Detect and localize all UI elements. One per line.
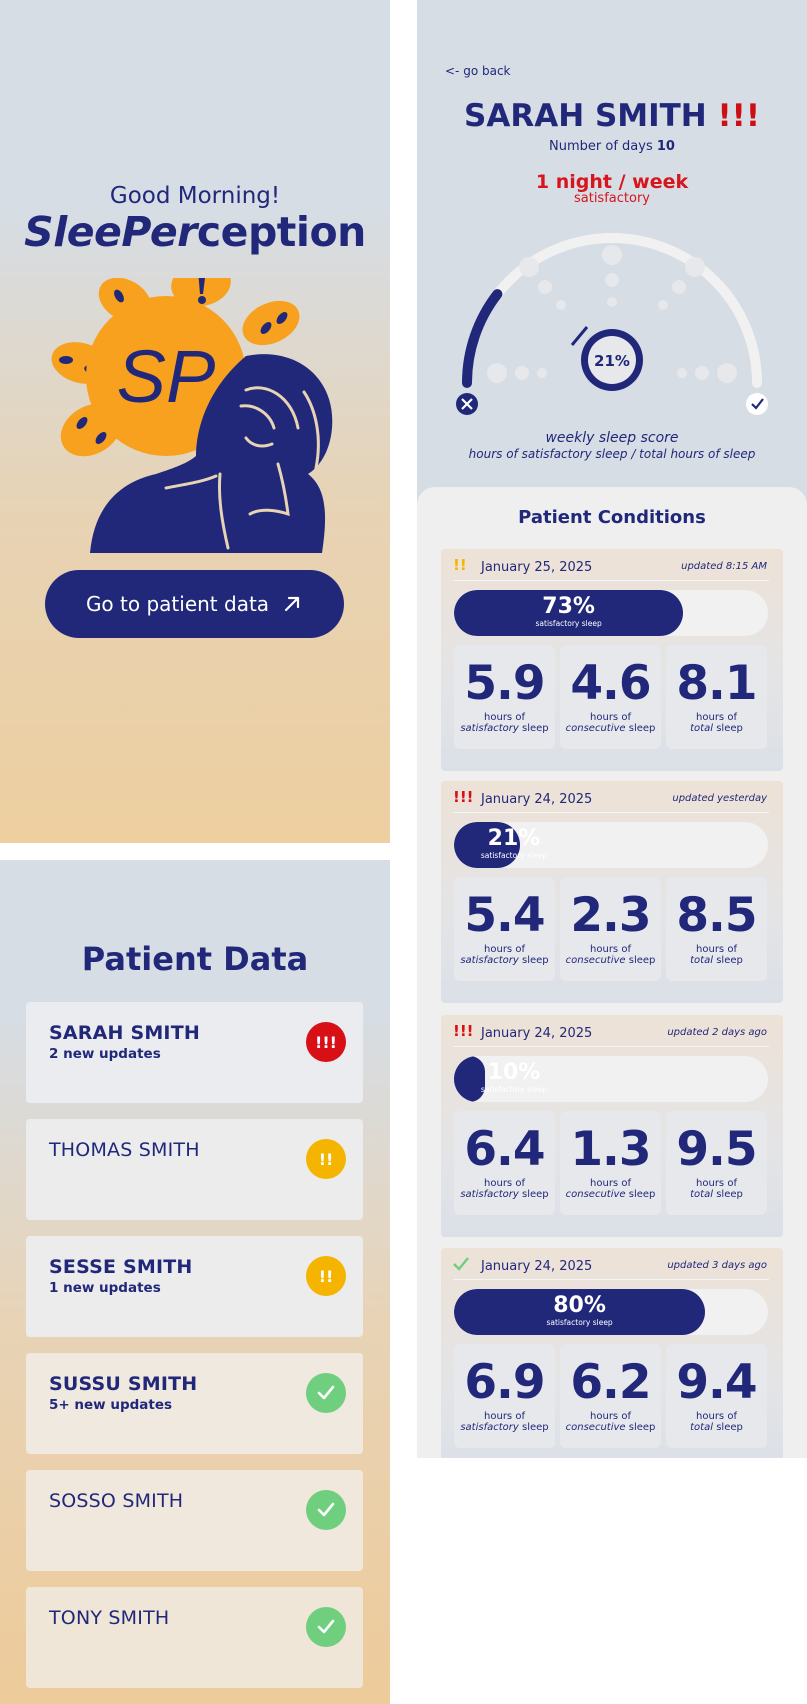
satisfactory-sleep-bar: 10% satisfactory sleep <box>454 1056 768 1102</box>
stat-value: 4.6 <box>570 656 651 711</box>
stat-caption: hours of satisfactory sleep <box>460 1411 549 1433</box>
patient-card[interactable]: SOSSO SMITH <box>26 1470 363 1571</box>
arrow-up-right-icon <box>284 596 300 612</box>
stat-caption: hours of consecutive sleep <box>565 1178 656 1200</box>
stat-value: 6.2 <box>570 1355 651 1410</box>
svg-text:SP: SP <box>117 335 216 418</box>
stat-caption: hours of consecutive sleep <box>565 712 656 734</box>
welcome-screen: Good Morning! SleePerception SP Go to pa… <box>0 0 390 843</box>
stat-consecutive: 4.6 hours of consecutive sleep <box>560 645 661 749</box>
stat-satisfactory: 6.9 hours of satisfactory sleep <box>454 1344 555 1448</box>
stat-value: 6.4 <box>464 1122 545 1177</box>
patient-card[interactable]: TONY SMITH <box>26 1587 363 1688</box>
stat-value: 1.3 <box>570 1122 651 1177</box>
stat-total: 9.4 hours of total sleep <box>666 1344 767 1448</box>
stat-total: 8.1 hours of total sleep <box>666 645 767 749</box>
stat-caption: hours of satisfactory sleep <box>460 712 549 734</box>
entry-date: January 24, 2025 <box>481 1259 593 1274</box>
check-icon <box>306 1607 346 1647</box>
stat-value: 8.5 <box>676 888 757 943</box>
alert-badge: !!! <box>306 1022 346 1062</box>
entry-updated: updated 8:15 AM <box>681 561 767 572</box>
bar-label: 73% satisfactory sleep <box>535 594 602 629</box>
check-icon <box>306 1373 346 1413</box>
stat-satisfactory: 5.4 hours of satisfactory sleep <box>454 877 555 981</box>
bar-label: 80% satisfactory sleep <box>546 1293 613 1328</box>
patient-card[interactable]: SUSSU SMITH 5+ new updates <box>26 1353 363 1454</box>
stat-value: 2.3 <box>570 888 651 943</box>
stat-consecutive: 6.2 hours of consecutive sleep <box>560 1344 661 1448</box>
stat-caption: hours of total sleep <box>690 944 743 966</box>
score-title: weekly sleep score <box>545 430 679 446</box>
alert-marks: !!! <box>717 98 760 134</box>
bar-label: 10% satisfactory sleep <box>480 1060 548 1095</box>
stat-satisfactory: 6.4 hours of satisfactory sleep <box>454 1111 555 1215</box>
page-title: Patient Data <box>81 940 309 978</box>
check-icon <box>746 393 768 415</box>
satisfactory-sleep-bar: 21% satisfactory sleep <box>454 822 768 868</box>
close-icon <box>456 393 478 415</box>
patient-detail-screen: <- go back SARAH SMITH !!! Number of day… <box>417 0 807 1458</box>
go-back-link[interactable]: <- go back <box>445 64 511 78</box>
frequency-status: satisfactory <box>573 191 650 206</box>
entry-updated: updated 2 days ago <box>667 1027 767 1038</box>
alert-icon: !!! <box>453 1022 474 1040</box>
greeting-text: Good Morning! <box>109 183 281 209</box>
patient-card[interactable]: SESSE SMITH 1 new updates!! <box>26 1236 363 1337</box>
stat-caption: hours of satisfactory sleep <box>460 1178 549 1200</box>
stat-caption: hours of total sleep <box>690 712 743 734</box>
alert-badge: !! <box>306 1256 346 1296</box>
condition-entry[interactable]: !!! January 24, 2025 updated 2 days ago 10%… <box>441 1015 783 1237</box>
alert-badge: !! <box>306 1139 346 1179</box>
sleeperception-logo: SP <box>51 278 333 553</box>
stat-value: 5.4 <box>464 888 545 943</box>
stat-caption: hours of satisfactory sleep <box>460 944 549 966</box>
stat-consecutive: 1.3 hours of consecutive sleep <box>560 1111 661 1215</box>
sleep-frequency: 1 night / week <box>535 171 689 193</box>
condition-entry[interactable]: !! January 25, 2025 updated 8:15 AM 73% sati… <box>441 549 783 771</box>
stat-caption: hours of total sleep <box>690 1411 743 1433</box>
score-subtitle: hours of satisfactory sleep / total hour… <box>468 447 756 461</box>
entry-date: January 24, 2025 <box>481 792 593 807</box>
patient-conditions-panel: Patient Conditions !! January 25, 2025 upd… <box>417 487 807 1458</box>
conditions-title: Patient Conditions <box>518 507 706 528</box>
alert-icon: !!! <box>453 788 474 806</box>
stat-value: 9.4 <box>676 1355 757 1410</box>
patient-list-screen: Patient Data SARAH SMITH 2 new updates!!!… <box>0 860 390 1704</box>
entry-date: January 25, 2025 <box>481 560 593 575</box>
stat-caption: hours of total sleep <box>690 1178 743 1200</box>
stat-caption: hours of consecutive sleep <box>565 1411 656 1433</box>
stat-value: 8.1 <box>676 656 757 711</box>
stat-value: 5.9 <box>464 656 545 711</box>
satisfactory-sleep-bar: 73% satisfactory sleep <box>454 590 768 636</box>
alert-icon: !! <box>453 556 467 574</box>
condition-entry[interactable]: !!! January 24, 2025 updated yesterday 21% s… <box>441 781 783 1003</box>
patient-card[interactable]: SARAH SMITH 2 new updates!!! <box>26 1002 363 1103</box>
satisfactory-sleep-bar: 80% satisfactory sleep <box>454 1289 768 1335</box>
check-icon <box>453 1257 469 1274</box>
cta-label: Go to patient data <box>85 592 270 616</box>
gauge-score: 21% <box>594 352 630 370</box>
sleep-score-gauge: 21% <box>456 233 768 415</box>
stat-value: 9.5 <box>676 1122 757 1177</box>
stat-caption: hours of consecutive sleep <box>565 944 656 966</box>
entry-updated: updated yesterday <box>672 793 767 804</box>
stat-value: 6.9 <box>464 1355 545 1410</box>
entry-date: January 24, 2025 <box>481 1026 593 1041</box>
bar-label: 21% satisfactory sleep <box>480 826 548 861</box>
patient-card[interactable]: THOMAS SMITH!! <box>26 1119 363 1220</box>
check-icon <box>306 1490 346 1530</box>
patient-name: SARAH SMITH !!! <box>464 98 760 134</box>
condition-entry[interactable]: January 24, 2025 updated 3 days ago 80% sat… <box>441 1248 783 1458</box>
stat-total: 8.5 hours of total sleep <box>666 877 767 981</box>
app-title: SleePerception <box>24 208 366 256</box>
stat-total: 9.5 hours of total sleep <box>666 1111 767 1215</box>
stat-consecutive: 2.3 hours of consecutive sleep <box>560 877 661 981</box>
stat-satisfactory: 5.9 hours of satisfactory sleep <box>454 645 555 749</box>
days-count: Number of days 10 <box>549 139 675 154</box>
entry-updated: updated 3 days ago <box>667 1260 767 1271</box>
go-to-patient-data-button[interactable]: Go to patient data <box>45 570 344 638</box>
